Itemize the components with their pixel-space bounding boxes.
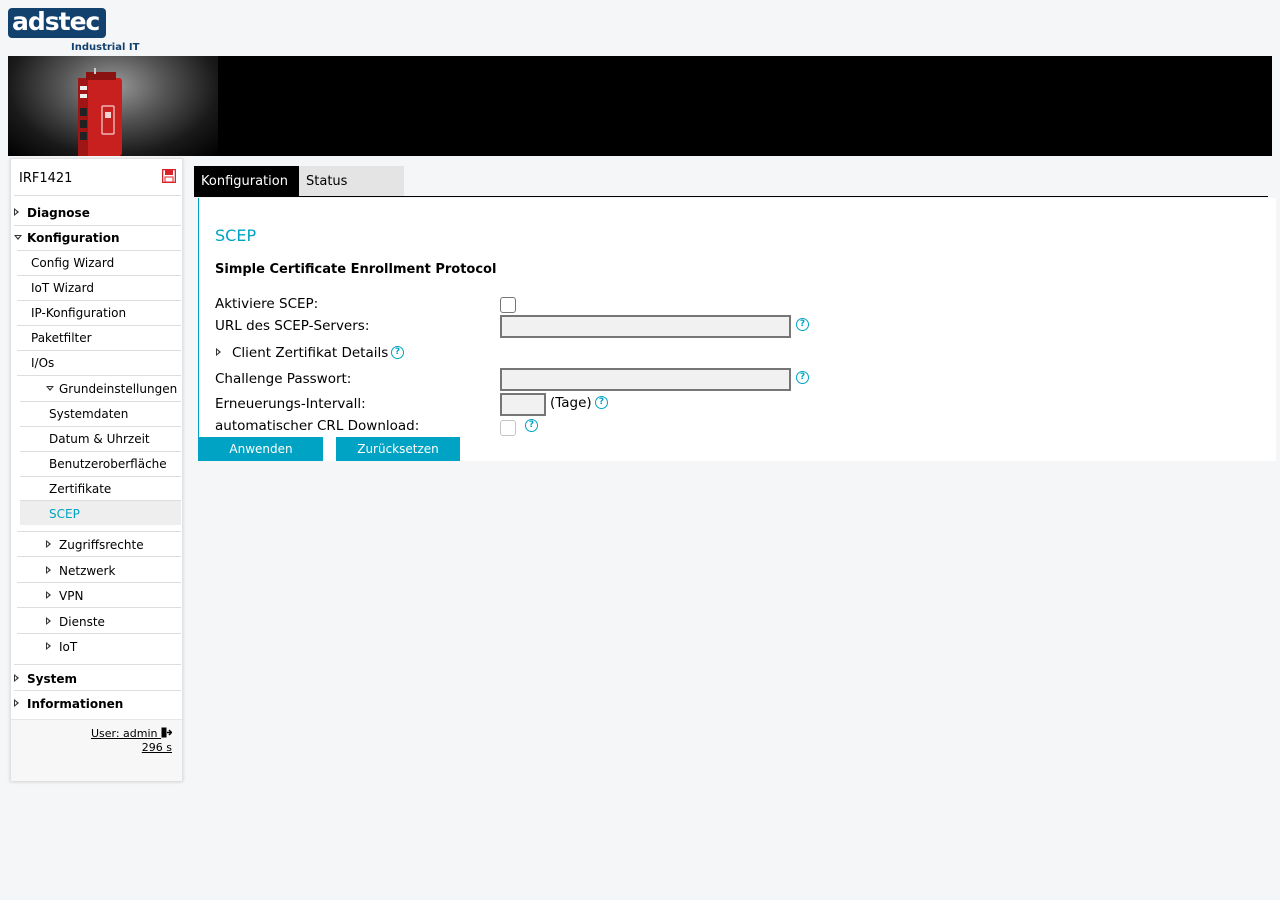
- sidebar-item-ios[interactable]: I/Os: [31, 356, 54, 370]
- sidebar-item-label: Netzwerk: [59, 564, 116, 578]
- help-icon[interactable]: ?: [595, 396, 608, 409]
- chevron-right-icon: [14, 699, 19, 707]
- sidebar-item-label: Informationen: [27, 697, 124, 711]
- sidebar-item-paketfilter[interactable]: Paketfilter: [31, 331, 92, 345]
- chevron-right-icon: [46, 642, 51, 650]
- logo-subtitle: Industrial IT: [71, 42, 140, 53]
- chevron-down-icon: [14, 235, 22, 240]
- chevron-right-icon: [46, 591, 51, 599]
- sidebar: IRF1421 Diagnose Konfiguration Config Wi…: [10, 158, 183, 781]
- scep-server-url-input[interactable]: [500, 315, 791, 338]
- help-icon[interactable]: ?: [525, 419, 538, 432]
- tab-divider: [194, 196, 1268, 197]
- sidebar-item-label: Diagnose: [27, 206, 90, 220]
- header-banner: [8, 56, 1272, 156]
- sidebar-item-label: Grundeinstellungen: [59, 382, 178, 396]
- device-name: IRF1421: [19, 171, 73, 186]
- activate-scep-label: Aktiviere SCEP:: [215, 296, 319, 312]
- sidebar-footer: User: admin 296 s: [11, 719, 182, 781]
- sidebar-item-label: Dienste: [59, 615, 105, 629]
- sidebar-item-iot-wizard[interactable]: IoT Wizard: [31, 281, 94, 295]
- user-label: User: admin: [90, 727, 158, 740]
- session-timer[interactable]: 296 s: [142, 741, 172, 754]
- main-content: SCEP Simple Certificate Enrollment Proto…: [198, 198, 1276, 461]
- save-icon[interactable]: [162, 169, 176, 183]
- challenge-password-input[interactable]: [500, 368, 791, 391]
- challenge-password-label: Challenge Passwort:: [215, 371, 352, 387]
- sidebar-item-zertifikate[interactable]: Zertifikate: [49, 482, 111, 496]
- logout-icon: [161, 727, 173, 738]
- page-subtitle: Simple Certificate Enrollment Protocol: [215, 262, 497, 277]
- crl-download-checkbox[interactable]: [500, 420, 516, 436]
- chevron-down-icon: [46, 386, 54, 391]
- chevron-right-icon: [46, 617, 51, 625]
- page-title: SCEP: [215, 226, 257, 245]
- activate-scep-checkbox[interactable]: [500, 297, 516, 313]
- scep-server-url-label: URL des SCEP-Servers:: [215, 318, 370, 334]
- reset-button[interactable]: Zurücksetzen: [336, 437, 460, 461]
- chevron-right-icon: [216, 348, 221, 356]
- sidebar-item-benutzeroberflaeche[interactable]: Benutzeroberfläche: [49, 457, 167, 471]
- sidebar-item-systemdaten[interactable]: Systemdaten: [49, 407, 128, 421]
- user-logout-link[interactable]: User: admin: [90, 727, 173, 740]
- client-cert-details-label: Client Zertifikat Details: [232, 345, 389, 361]
- sidebar-item-label: Konfiguration: [27, 231, 120, 245]
- chevron-right-icon: [14, 674, 19, 682]
- apply-button[interactable]: Anwenden: [199, 437, 323, 461]
- renewal-interval-unit: (Tage): [550, 395, 592, 411]
- help-icon[interactable]: ?: [796, 371, 809, 384]
- active-item-highlight: [20, 501, 181, 525]
- sidebar-item-ip-konfiguration[interactable]: IP-Konfiguration: [31, 306, 126, 320]
- sidebar-item-datum-uhrzeit[interactable]: Datum & Uhrzeit: [49, 432, 150, 446]
- sidebar-item-scep[interactable]: SCEP: [49, 507, 80, 521]
- crl-download-label: automatischer CRL Download:: [215, 418, 420, 434]
- sidebar-item-label: Zugriffsrechte: [59, 538, 144, 552]
- chevron-right-icon: [14, 208, 19, 216]
- chevron-right-icon: [46, 540, 51, 548]
- help-icon[interactable]: ?: [796, 318, 809, 331]
- adstec-logo: adstec Industrial IT: [8, 8, 148, 54]
- sidebar-item-label: VPN: [59, 589, 84, 603]
- chevron-right-icon: [46, 566, 51, 574]
- logo-text: adstec: [8, 8, 106, 38]
- sidebar-item-label: IoT: [59, 640, 78, 654]
- renewal-interval-input[interactable]: [500, 393, 546, 416]
- renewal-interval-label: Erneuerungs-Intervall:: [215, 396, 366, 412]
- router-device-image: [78, 68, 122, 156]
- sidebar-item-label: System: [27, 672, 77, 686]
- tab-status[interactable]: Status: [299, 166, 404, 196]
- sidebar-item-config-wizard[interactable]: Config Wizard: [31, 256, 114, 270]
- tab-konfiguration[interactable]: Konfiguration: [194, 166, 299, 196]
- help-icon[interactable]: ?: [391, 346, 404, 359]
